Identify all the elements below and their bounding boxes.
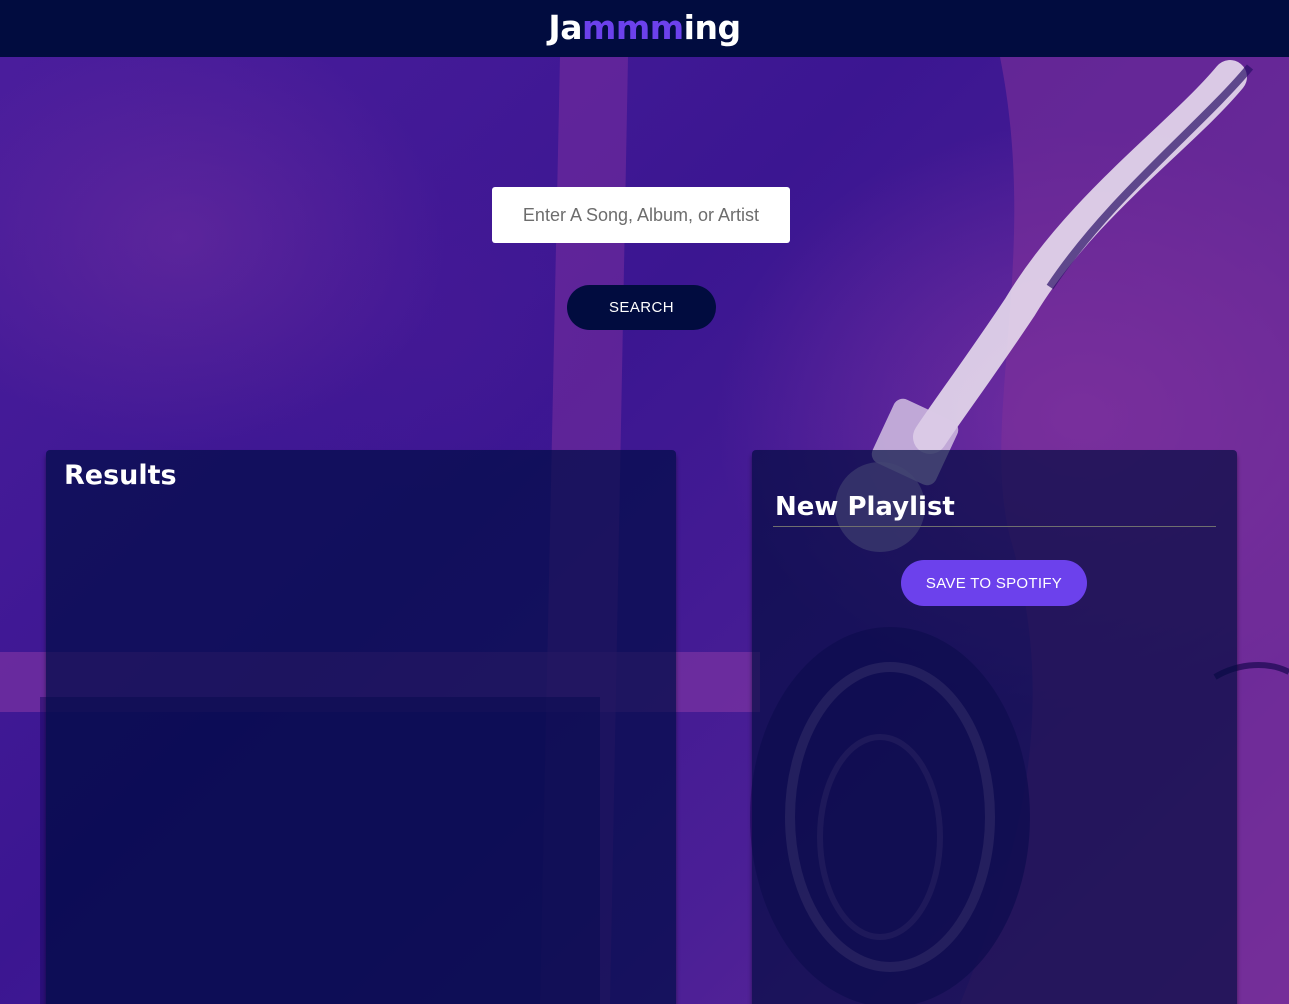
logo-suffix: ing [683,7,741,47]
app-logo: Jammming [548,7,741,47]
playlist-panel: SAVE TO SPOTIFY [752,450,1237,1004]
search-input[interactable] [492,187,790,243]
logo-prefix: Ja [548,7,582,47]
results-title: Results [64,460,177,491]
search-results-panel: Results [46,450,676,1004]
search-button[interactable]: SEARCH [567,285,716,330]
save-to-spotify-button[interactable]: SAVE TO SPOTIFY [901,560,1087,606]
logo-accent: mmm [581,7,684,47]
playlist-name-input[interactable] [773,492,1216,527]
app-header: Jammming [0,0,1289,57]
